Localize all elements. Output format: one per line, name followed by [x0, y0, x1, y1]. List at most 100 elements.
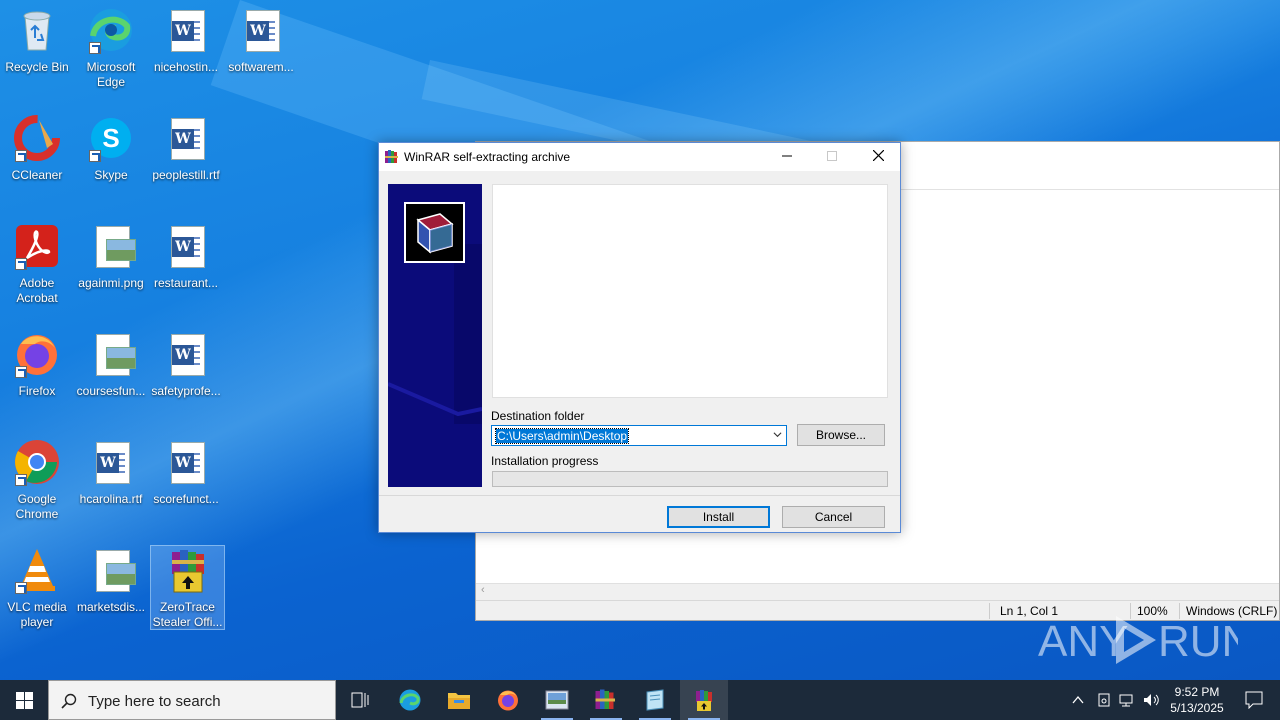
- desktop-icon-recycle-bin[interactable]: Recycle Bin: [0, 6, 74, 75]
- desktop-icon-label: peoplestill.rtf: [152, 168, 220, 182]
- taskbar-winrar[interactable]: [582, 680, 630, 720]
- desktop-icon-label: coursesfun...: [76, 384, 146, 398]
- word-doc-icon: W: [237, 6, 285, 54]
- desktop-icon-label: scorefunct...: [153, 492, 219, 506]
- install-button[interactable]: Install: [667, 506, 770, 528]
- notepad-horizontal-scrollbar[interactable]: ‹: [476, 583, 1279, 600]
- close-button[interactable]: [855, 143, 901, 171]
- network-icon[interactable]: [1118, 692, 1136, 708]
- desktop-icon-againmi[interactable]: againmi.png: [74, 222, 148, 291]
- desktop-icon-label: softwarem...: [228, 60, 294, 74]
- device-icon[interactable]: [1096, 692, 1112, 708]
- clock-date: 5/13/2025: [1170, 701, 1224, 715]
- destination-folder-combobox[interactable]: C:\Users\admin\Desktop: [491, 425, 787, 446]
- taskbar-image-viewer[interactable]: [533, 680, 581, 720]
- desktop-icon-label: Recycle Bin: [5, 60, 69, 74]
- desktop-icon-vlc[interactable]: VLC media player: [0, 546, 74, 630]
- chevron-up-icon[interactable]: [1072, 695, 1084, 705]
- installation-progress-label: Installation progress: [491, 454, 599, 468]
- firefox-icon: [13, 330, 61, 378]
- dialog-content-area: [492, 184, 888, 398]
- vlc-icon: [13, 546, 61, 594]
- edge-icon: [399, 689, 421, 711]
- word-doc-icon: W: [162, 6, 210, 54]
- anyrun-watermark: ANY RUN: [1038, 608, 1253, 670]
- image-file-icon: [87, 546, 136, 594]
- taskbar-notepad[interactable]: [631, 680, 679, 720]
- minimize-button[interactable]: [764, 143, 810, 171]
- dialog-titlebar[interactable]: WinRAR self-extracting archive: [379, 143, 900, 171]
- desktop-icon-google-chrome[interactable]: Google Chrome: [0, 438, 74, 522]
- ccleaner-icon: [13, 114, 61, 162]
- installation-progress-bar: [492, 471, 888, 487]
- winrar-sfx-icon: [164, 546, 212, 594]
- desktop-icon-coursesfun[interactable]: coursesfun...: [74, 330, 148, 399]
- edge-icon: [87, 6, 135, 54]
- search-icon: [61, 693, 77, 709]
- file-explorer-icon: [448, 693, 470, 709]
- cancel-button[interactable]: Cancel: [782, 506, 885, 528]
- chrome-icon: [13, 438, 61, 486]
- shortcut-arrow-icon: [15, 366, 27, 378]
- task-view-button[interactable]: [336, 680, 384, 720]
- taskbar-edge[interactable]: [386, 680, 434, 720]
- acrobat-icon: [13, 222, 61, 270]
- notifications-icon[interactable]: [1245, 691, 1263, 709]
- desktop-icon-label: hcarolina.rtf: [79, 492, 143, 506]
- desktop-icon-ccleaner[interactable]: CCleaner: [0, 114, 74, 183]
- chevron-down-icon[interactable]: [773, 430, 782, 439]
- shortcut-arrow-icon: [15, 258, 27, 270]
- image-file-icon: [87, 330, 136, 378]
- maximize-icon: [827, 151, 837, 161]
- desktop-icon-nicehostin[interactable]: W nicehostin...: [149, 6, 223, 75]
- desktop-icon-label: ZeroTrace Stealer Offi...: [152, 600, 223, 629]
- desktop-icon-softwarem[interactable]: W softwarem...: [224, 6, 298, 75]
- winrar-logo-icon: [404, 202, 465, 263]
- taskbar-winrar-sfx[interactable]: [680, 680, 728, 720]
- dialog-title: WinRAR self-extracting archive: [404, 150, 571, 164]
- taskbar-search-box[interactable]: Type here to search: [48, 680, 336, 720]
- windows-logo-icon: [16, 692, 33, 709]
- winrar-icon: [595, 689, 615, 709]
- desktop-icon-microsoft-edge[interactable]: Microsoft Edge: [74, 6, 148, 90]
- desktop-icon-label: Skype: [94, 168, 128, 182]
- minimize-icon: [782, 155, 792, 157]
- desktop-icon-label: safetyprofe...: [151, 384, 221, 398]
- word-doc-icon: W: [87, 438, 135, 486]
- scroll-left-icon[interactable]: ‹: [481, 584, 485, 596]
- shortcut-arrow-icon: [89, 42, 101, 54]
- watermark-text-right: RUN: [1158, 617, 1238, 666]
- destination-folder-label: Destination folder: [491, 409, 585, 423]
- desktop-icon-adobe-acrobat[interactable]: Adobe Acrobat: [0, 222, 74, 306]
- word-doc-icon: W: [162, 222, 210, 270]
- taskbar-file-explorer[interactable]: [435, 680, 483, 720]
- desktop-icon-hcarolina[interactable]: W hcarolina.rtf: [74, 438, 148, 507]
- word-doc-icon: W: [162, 438, 210, 486]
- desktop-icon-marketsdis[interactable]: marketsdis...: [74, 546, 148, 615]
- taskbar-clock[interactable]: 9:52 PM 5/13/2025: [1162, 684, 1232, 716]
- desktop-icon-label: VLC media player: [7, 600, 67, 629]
- image-viewer-icon: [545, 690, 569, 710]
- desktop-icon-firefox[interactable]: Firefox: [0, 330, 74, 399]
- desktop-icon-safetyprofe[interactable]: W safetyprofe...: [149, 330, 223, 399]
- desktop-icon-skype[interactable]: S Skype: [74, 114, 148, 183]
- taskbar-firefox[interactable]: [484, 680, 532, 720]
- desktop-icon-label: restaurant...: [153, 276, 219, 290]
- word-doc-icon: W: [162, 330, 210, 378]
- destination-folder-value[interactable]: C:\Users\admin\Desktop: [494, 428, 630, 444]
- maximize-button: [809, 143, 855, 171]
- volume-icon[interactable]: [1142, 692, 1160, 708]
- watermark-text-left: ANY: [1038, 617, 1128, 666]
- browse-button[interactable]: Browse...: [797, 424, 885, 446]
- word-doc-icon: W: [162, 114, 210, 162]
- start-button[interactable]: [0, 680, 48, 720]
- notepad-icon: [646, 689, 664, 711]
- shortcut-arrow-icon: [89, 150, 101, 162]
- desktop-icon-peoplestill[interactable]: W peoplestill.rtf: [149, 114, 223, 183]
- desktop-icon-restaurant[interactable]: W restaurant...: [149, 222, 223, 291]
- winrar-sfx-dialog: WinRAR self-extracting archive Destinati…: [378, 142, 901, 533]
- desktop-icon-scorefunct[interactable]: W scorefunct...: [149, 438, 223, 507]
- svg-text:S: S: [102, 123, 119, 153]
- desktop-icon-label: Adobe Acrobat: [16, 276, 58, 305]
- desktop-icon-zerotrace[interactable]: ZeroTrace Stealer Offi...: [150, 545, 225, 630]
